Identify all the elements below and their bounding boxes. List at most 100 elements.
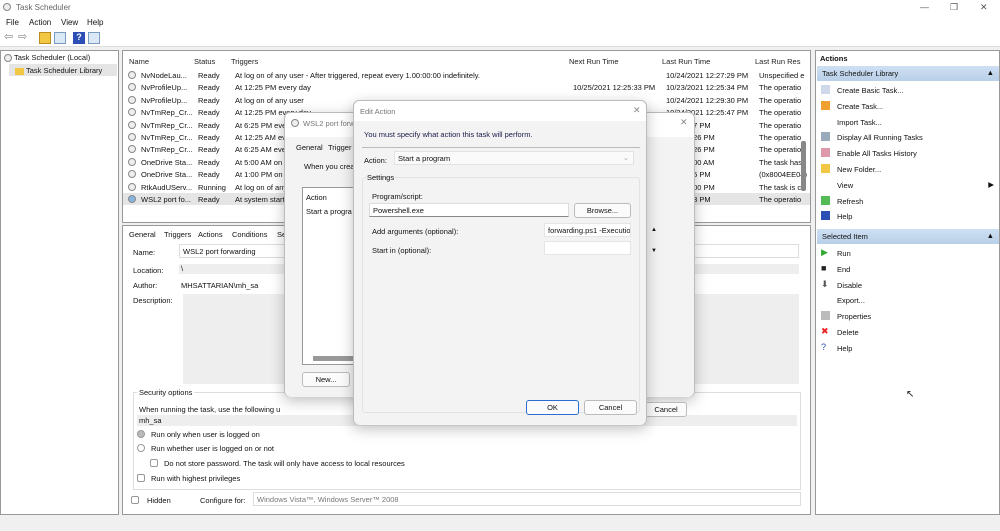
- display-running-icon: [821, 132, 830, 142]
- author-value: MHSATTARIAN\mh_sa: [181, 281, 259, 290]
- program-label: Program/script:: [372, 192, 423, 201]
- action-label: Action:: [364, 156, 387, 165]
- cell-name: NvTmRep_Cr...: [141, 108, 193, 118]
- dialog-title: WSL2 port forw: [303, 119, 355, 128]
- close-button[interactable]: ✕: [633, 105, 641, 116]
- arrow-down-icon[interactable]: ▼: [651, 248, 657, 254]
- action-select[interactable]: Start a program ⌄: [394, 151, 634, 165]
- configure-label: Configure for:: [200, 496, 246, 505]
- clock-icon: [4, 54, 12, 63]
- task-row[interactable]: NvProfileUp... Ready At 12:25 PM every day…: [123, 81, 810, 93]
- cell-result: The operatio: [759, 133, 802, 142]
- action-disable[interactable]: ⬇ Disable: [816, 277, 999, 293]
- action-create-basic-task[interactable]: Create Basic Task...: [816, 82, 999, 98]
- tab-general[interactable]: General: [129, 230, 156, 239]
- action-import-task[interactable]: Import Task...: [816, 114, 999, 130]
- cell-status: Ready: [198, 83, 220, 93]
- action-export[interactable]: Export...: [816, 292, 999, 308]
- forward-icon[interactable]: ⇨: [18, 30, 30, 43]
- action-display-all-running-tasks[interactable]: Display All Running Tasks: [816, 129, 999, 145]
- tab-general[interactable]: General: [296, 143, 323, 152]
- cell-name: OneDrive Sta...: [141, 157, 193, 167]
- checkbox-hidden[interactable]: [131, 496, 139, 504]
- action-label: Properties: [837, 312, 872, 322]
- close-button[interactable]: ✕: [680, 117, 688, 128]
- tab-triggers[interactable]: Triggers: [164, 230, 191, 239]
- task-clock-icon: [128, 95, 136, 104]
- back-icon[interactable]: ⇦: [4, 30, 16, 43]
- cell-status: Running: [198, 182, 226, 192]
- minimize-button[interactable]: —: [920, 2, 929, 12]
- show-hide-action-pane-icon[interactable]: [88, 32, 100, 44]
- task-row[interactable]: NvNodeLau... Ready At log on of any user -…: [123, 69, 810, 81]
- menu-help[interactable]: Help: [87, 18, 103, 27]
- tab-conditions[interactable]: Conditions: [232, 230, 267, 239]
- action-label: Create Task...: [837, 101, 884, 111]
- task-clock-icon: [128, 108, 136, 117]
- section-task-scheduler-library[interactable]: Task Scheduler Library ▲: [817, 66, 999, 81]
- tab-triggers[interactable]: Trigger: [328, 143, 351, 152]
- checkbox-no-store-password[interactable]: [150, 459, 158, 467]
- security-text: When running the task, use the following…: [139, 405, 281, 414]
- checkbox-highest-privileges[interactable]: [137, 474, 145, 482]
- ok-button[interactable]: OK: [526, 400, 579, 415]
- cell-name: NvTmRep_Cr...: [141, 145, 193, 155]
- radio-whether-logged-on[interactable]: [137, 444, 145, 452]
- action-new-folder[interactable]: New Folder...: [816, 161, 999, 177]
- cell-name: NvProfileUp...: [141, 83, 188, 93]
- menu-view[interactable]: View: [61, 18, 78, 27]
- action-run[interactable]: ▶ Run: [816, 245, 999, 261]
- cell-name: NvTmRep_Cr...: [141, 120, 193, 130]
- action-label: New Folder...: [837, 165, 882, 174]
- column-status[interactable]: Status: [194, 57, 215, 66]
- task-list-scrollbar[interactable]: [801, 141, 806, 191]
- action-help[interactable]: Help: [816, 208, 999, 224]
- arguments-input[interactable]: forwarding.ps1 -Execution: [544, 223, 631, 237]
- tree-item-local[interactable]: Task Scheduler (Local): [4, 53, 90, 63]
- maximize-button[interactable]: ❐: [950, 2, 958, 13]
- action-view[interactable]: View ▶: [816, 177, 999, 193]
- settings-title: Settings: [367, 173, 395, 182]
- arrow-up-icon[interactable]: ▲: [651, 227, 657, 233]
- program-input[interactable]: Powershell.exe: [369, 203, 569, 217]
- create-basic-task-icon: [821, 85, 830, 94]
- no-store-label: Do not store password. The task will onl…: [164, 459, 405, 468]
- menu-action[interactable]: Action: [29, 18, 51, 27]
- task-clock-icon: [128, 120, 136, 129]
- column-last-run[interactable]: Last Run Time: [662, 57, 710, 66]
- section-selected-item[interactable]: Selected Item ▲: [817, 229, 999, 244]
- browse-button[interactable]: Browse...: [574, 203, 631, 218]
- action-create-task[interactable]: Create Task...: [816, 98, 999, 114]
- action-delete[interactable]: ✖ Delete: [816, 324, 999, 340]
- cancel-button[interactable]: Cancel: [584, 400, 637, 415]
- author-label: Author:: [133, 281, 158, 290]
- action-row[interactable]: Start a progra: [306, 207, 352, 216]
- column-action: Action: [306, 193, 327, 202]
- action-end[interactable]: ■ End: [816, 261, 999, 277]
- help-icon[interactable]: ?: [73, 32, 85, 44]
- new-button[interactable]: New...: [302, 372, 350, 387]
- menu-file[interactable]: File: [6, 18, 19, 27]
- help-icon: [821, 211, 830, 221]
- close-button[interactable]: ✕: [980, 2, 988, 13]
- view-icon: [821, 180, 830, 189]
- radio-logged-on[interactable]: [137, 430, 145, 438]
- configure-for-select[interactable]: Windows Vista™, Windows Server™ 2008: [253, 492, 801, 506]
- column-triggers[interactable]: Triggers: [231, 57, 258, 66]
- action-properties[interactable]: Properties: [816, 308, 999, 324]
- properties-cancel-button[interactable]: Cancel: [645, 402, 687, 417]
- cell-status: Ready: [198, 120, 220, 130]
- up-folder-icon[interactable]: [39, 32, 51, 44]
- column-last-result[interactable]: Last Run Res: [755, 57, 800, 66]
- start-in-input[interactable]: [544, 241, 631, 255]
- show-hide-tree-icon[interactable]: [54, 32, 66, 44]
- column-name[interactable]: Name: [129, 57, 149, 66]
- task-list-header: Name Status Triggers Next Run Time Last …: [123, 51, 810, 69]
- action-help[interactable]: ? Help: [816, 340, 999, 356]
- tree-item-library[interactable]: Task Scheduler Library: [9, 64, 117, 76]
- column-next-run[interactable]: Next Run Time: [569, 57, 619, 66]
- tab-actions[interactable]: Actions: [198, 230, 223, 239]
- action-enable-all-tasks-history[interactable]: Enable All Tasks History: [816, 145, 999, 161]
- task-clock-icon: [128, 182, 136, 191]
- action-refresh[interactable]: Refresh: [816, 193, 999, 209]
